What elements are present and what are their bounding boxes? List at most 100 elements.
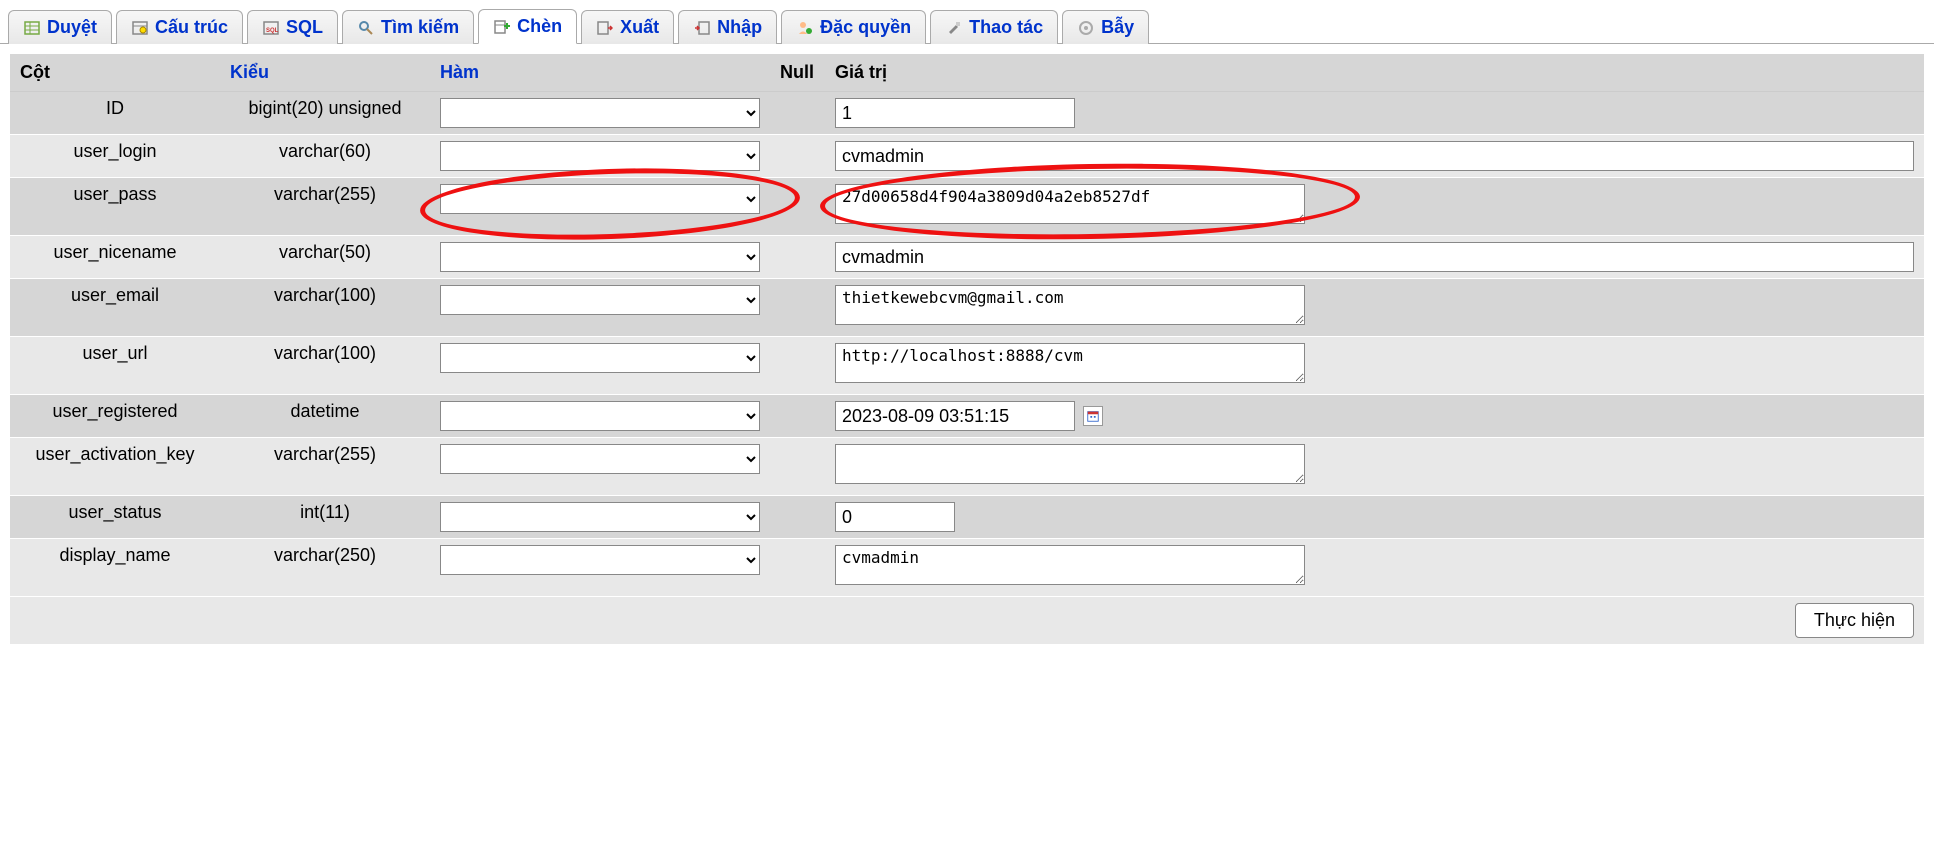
null-cell [770, 438, 825, 496]
null-cell [770, 279, 825, 337]
value-input[interactable] [835, 401, 1075, 431]
header-column: Cột [10, 54, 220, 92]
function-cell [430, 135, 770, 178]
value-input[interactable] [835, 502, 955, 532]
function-select[interactable] [440, 401, 760, 431]
function-select[interactable] [440, 343, 760, 373]
export-icon [596, 19, 614, 37]
function-select[interactable] [440, 141, 760, 171]
null-cell [770, 236, 825, 279]
header-function[interactable]: Hàm [430, 54, 770, 92]
function-cell [430, 539, 770, 597]
tab-structure[interactable]: Cấu trúc [116, 10, 243, 44]
column-name: display_name [10, 539, 220, 597]
table-row: user_nicenamevarchar(50) [10, 236, 1924, 279]
tab-privileges[interactable]: Đặc quyền [781, 10, 926, 44]
triggers-icon [1077, 19, 1095, 37]
table-icon [23, 19, 41, 37]
tab-sql-label: SQL [286, 17, 323, 38]
null-cell [770, 135, 825, 178]
tab-browse-label: Duyệt [47, 17, 97, 38]
value-cell [825, 92, 1924, 135]
function-cell [430, 236, 770, 279]
table-row: user_statusint(11) [10, 496, 1924, 539]
function-cell [430, 395, 770, 438]
tab-browse[interactable]: Duyệt [8, 10, 112, 44]
table-row: user_passvarchar(255)27d00658d4f904a3809… [10, 178, 1924, 236]
tab-sql[interactable]: SQL SQL [247, 10, 338, 44]
function-select[interactable] [440, 242, 760, 272]
null-cell [770, 92, 825, 135]
value-cell [825, 496, 1924, 539]
tab-triggers[interactable]: Bẫy [1062, 10, 1149, 44]
tab-insert-label: Chèn [517, 16, 562, 37]
value-textarea[interactable]: cvmadmin [835, 545, 1305, 585]
value-cell: cvmadmin [825, 539, 1924, 597]
tab-import[interactable]: Nhập [678, 10, 777, 44]
tabs-bar: Duyệt Cấu trúc SQL SQL Tìm kiếm Chèn Xuấ… [0, 8, 1934, 44]
column-name: ID [10, 92, 220, 135]
column-type: varchar(250) [220, 539, 430, 597]
null-cell [770, 337, 825, 395]
function-select[interactable] [440, 285, 760, 315]
null-cell [770, 395, 825, 438]
insert-table: Cột Kiểu Hàm Null Giá trị IDbigint(20) u… [10, 54, 1924, 645]
column-name: user_registered [10, 395, 220, 438]
tab-operations-label: Thao tác [969, 17, 1043, 38]
tab-operations[interactable]: Thao tác [930, 10, 1058, 44]
column-type: varchar(50) [220, 236, 430, 279]
column-name: user_email [10, 279, 220, 337]
tab-export-label: Xuất [620, 17, 659, 38]
value-cell [825, 236, 1924, 279]
function-select[interactable] [440, 545, 760, 575]
column-name: user_activation_key [10, 438, 220, 496]
tab-privileges-label: Đặc quyền [820, 17, 911, 38]
operations-icon [945, 19, 963, 37]
table-row: user_registereddatetime [10, 395, 1924, 438]
column-name: user_pass [10, 178, 220, 236]
header-null: Null [770, 54, 825, 92]
function-cell [430, 279, 770, 337]
value-input[interactable] [835, 98, 1075, 128]
calendar-icon[interactable] [1083, 406, 1103, 426]
table-row: user_activation_keyvarchar(255) [10, 438, 1924, 496]
function-select[interactable] [440, 184, 760, 214]
tab-search[interactable]: Tìm kiếm [342, 10, 474, 44]
column-type: bigint(20) unsigned [220, 92, 430, 135]
table-row: user_urlvarchar(100)http://localhost:888… [10, 337, 1924, 395]
function-cell [430, 438, 770, 496]
structure-icon [131, 19, 149, 37]
table-row: user_emailvarchar(100)thietkewebcvm@gmai… [10, 279, 1924, 337]
function-select[interactable] [440, 502, 760, 532]
table-row: IDbigint(20) unsigned [10, 92, 1924, 135]
column-type: varchar(255) [220, 438, 430, 496]
column-name: user_nicename [10, 236, 220, 279]
value-cell: 27d00658d4f904a3809d04a2eb8527df [825, 178, 1924, 236]
value-input[interactable] [835, 141, 1914, 171]
value-textarea[interactable]: 27d00658d4f904a3809d04a2eb8527df [835, 184, 1305, 224]
function-cell [430, 337, 770, 395]
function-select[interactable] [440, 98, 760, 128]
function-select[interactable] [440, 444, 760, 474]
value-cell [825, 135, 1924, 178]
function-cell [430, 496, 770, 539]
value-textarea[interactable]: http://localhost:8888/cvm [835, 343, 1305, 383]
sql-icon: SQL [262, 19, 280, 37]
value-cell [825, 438, 1924, 496]
execute-button[interactable]: Thực hiện [1795, 603, 1914, 638]
null-cell [770, 496, 825, 539]
tab-insert[interactable]: Chèn [478, 9, 577, 44]
function-cell [430, 92, 770, 135]
tab-export[interactable]: Xuất [581, 10, 674, 44]
value-input[interactable] [835, 242, 1914, 272]
null-cell [770, 539, 825, 597]
value-textarea[interactable]: thietkewebcvm@gmail.com [835, 285, 1305, 325]
value-textarea[interactable] [835, 444, 1305, 484]
column-type: datetime [220, 395, 430, 438]
column-type: int(11) [220, 496, 430, 539]
insert-icon [493, 18, 511, 36]
value-cell: http://localhost:8888/cvm [825, 337, 1924, 395]
tab-structure-label: Cấu trúc [155, 17, 228, 38]
column-name: user_status [10, 496, 220, 539]
header-type[interactable]: Kiểu [220, 54, 430, 92]
